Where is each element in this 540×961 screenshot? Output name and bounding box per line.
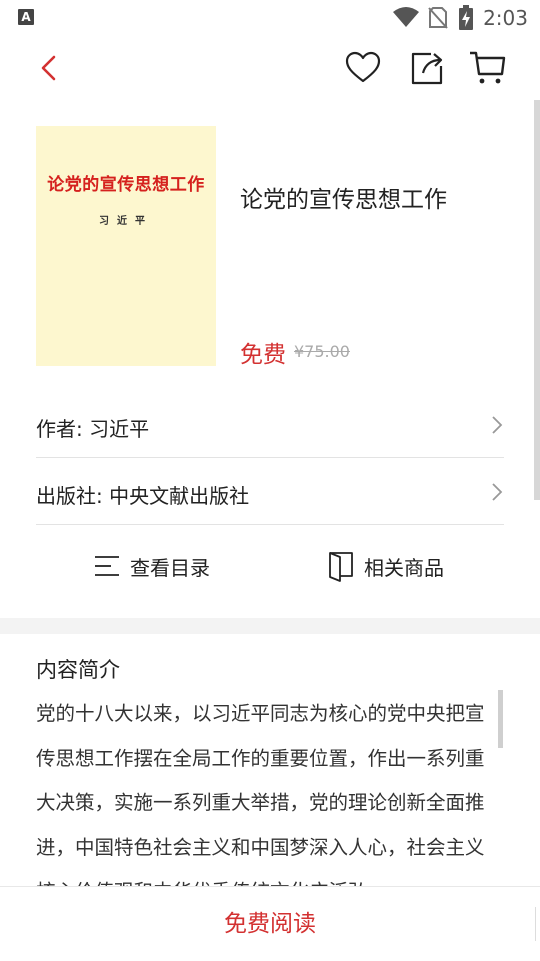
status-time: 2:03 [483, 6, 528, 30]
wifi-icon [393, 7, 419, 27]
book-cover[interactable]: 论党的宣传思想工作 习近平 [36, 126, 216, 366]
favorite-heart-icon[interactable] [343, 48, 383, 88]
app-indicator-icon: A [18, 9, 34, 25]
publisher-row[interactable]: 出版社: 中央文献出版社 [36, 458, 504, 525]
author-row[interactable]: 作者: 习近平 [36, 391, 504, 458]
status-bar: A 2:03 [0, 0, 540, 36]
book-title: 论党的宣传思想工作 [240, 187, 447, 213]
related-products-button[interactable]: 相关商品 [328, 544, 444, 588]
toc-label: 查看目录 [130, 555, 210, 580]
chevron-right-icon [492, 483, 503, 501]
no-sim-icon [428, 7, 448, 29]
publisher-label: 出版社: 中央文献出版社 [36, 484, 250, 508]
intro-scrollbar[interactable] [498, 690, 503, 748]
divider [535, 907, 536, 941]
back-icon[interactable] [32, 48, 72, 88]
free-read-button[interactable]: 免费阅读 [0, 887, 540, 961]
intro-heading: 内容简介 [36, 658, 120, 682]
section-divider [0, 618, 540, 634]
cart-icon[interactable] [467, 48, 507, 88]
battery-charging-icon [459, 5, 473, 30]
bottom-bar: 免费阅读 [0, 886, 540, 961]
chevron-right-icon [492, 416, 503, 434]
book-icon [329, 552, 353, 582]
price-label: 免费 [240, 342, 286, 368]
author-label: 作者: 习近平 [36, 417, 150, 441]
intro-text: 党的十八大以来，以习近平同志为核心的党中央把宣传思想工作摆在全局工作的重要位置，… [36, 702, 485, 888]
menu-list-icon [95, 556, 119, 576]
original-price: ¥75.00 [294, 342, 350, 361]
share-icon[interactable] [407, 48, 447, 88]
cover-title: 论党的宣传思想工作 [47, 175, 205, 195]
related-label: 相关商品 [364, 555, 444, 580]
table-of-contents-button[interactable]: 查看目录 [94, 544, 210, 588]
cover-author: 习近平 [99, 216, 153, 227]
page-scrollbar[interactable] [534, 100, 540, 500]
